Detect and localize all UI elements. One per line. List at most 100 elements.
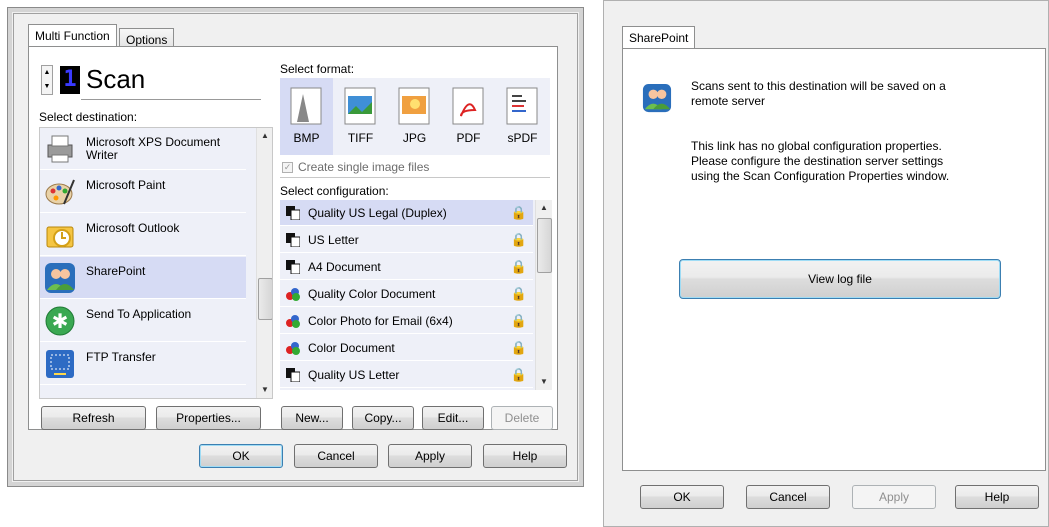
bw-page-icon (286, 260, 300, 274)
spin-up-icon[interactable]: ▲ (42, 66, 52, 80)
lock-icon: 🔒 (510, 232, 527, 247)
color-page-icon (286, 288, 300, 301)
bw-page-icon (286, 233, 300, 247)
scroll-thumb[interactable] (258, 278, 272, 320)
list-item-outlook[interactable]: Microsoft Outlook (40, 214, 246, 256)
scroll-down-icon[interactable]: ▼ (257, 382, 272, 398)
configuration-scrollbar[interactable]: ▲ ▼ (535, 200, 552, 390)
scan-counter-display: 1 (60, 66, 80, 94)
sharepoint-icon (642, 83, 672, 113)
config-item[interactable]: Quality Color Document 🔒 (280, 281, 533, 307)
config-label: Color Document (308, 341, 395, 355)
config-label: Quality US Letter (308, 368, 400, 382)
list-item-paint[interactable]: Microsoft Paint (40, 171, 246, 213)
scroll-up-icon[interactable]: ▲ (536, 200, 552, 216)
create-single-label: Create single image files (298, 160, 430, 174)
description-line-2: remote server (691, 94, 766, 108)
help-button[interactable]: Help (483, 444, 567, 468)
tab-sharepoint[interactable]: SharePoint (622, 26, 696, 48)
scroll-up-icon[interactable]: ▲ (257, 128, 272, 144)
description-line-1: Scans sent to this destination will be s… (691, 79, 946, 93)
select-format-label: Select format: (280, 62, 355, 76)
ftp-icon (46, 350, 74, 378)
destination-label: Send To Application (86, 307, 192, 321)
configuration-list[interactable]: Quality US Legal (Duplex) 🔒 US Letter 🔒 … (280, 200, 552, 390)
destination-list[interactable]: Microsoft XPS Document Writer Microsoft … (39, 127, 273, 399)
config-item[interactable]: US Letter 🔒 (280, 227, 533, 253)
scan-spinner[interactable]: ▲ ▼ (41, 65, 53, 95)
config-label: US Letter (308, 233, 359, 247)
help-button[interactable]: Help (955, 485, 1039, 509)
format-tiff[interactable]: TIFF (334, 78, 387, 155)
config-item[interactable]: Quality US Legal (Duplex) 🔒 (280, 200, 533, 226)
sharepoint-dialog: SharePoint Scans sent to this destinatio… (603, 0, 1049, 527)
edit-button[interactable]: Edit... (422, 406, 484, 430)
lock-icon: 🔒 (510, 259, 527, 274)
info-line-1: This link has no global configuration pr… (691, 139, 942, 153)
config-label: A4 Document (308, 260, 381, 274)
destination-label: Microsoft XPS Document Writer (86, 135, 221, 162)
spin-down-icon[interactable]: ▼ (42, 80, 52, 94)
multi-function-dialog: Multi Function Options ▲ ▼ 1 Scan Select… (7, 7, 584, 487)
scroll-down-icon[interactable]: ▼ (536, 374, 552, 390)
spdf-file-icon (506, 87, 538, 125)
info-line-2: Please configure the destination server … (691, 154, 944, 168)
tab-multi-function[interactable]: Multi Function (28, 24, 117, 46)
apply-button[interactable]: Apply (852, 485, 936, 509)
cancel-button[interactable]: Cancel (746, 485, 830, 509)
bw-page-icon (286, 206, 300, 220)
format-jpg[interactable]: JPG (388, 78, 441, 155)
ok-button[interactable]: OK (199, 444, 283, 468)
config-item[interactable]: Color Document 🔒 (280, 335, 533, 361)
lock-icon: 🔒 (510, 340, 527, 355)
outlook-icon (46, 226, 74, 248)
send-to-application-icon: ✱ (45, 306, 75, 336)
cancel-button[interactable]: Cancel (294, 444, 378, 468)
new-button[interactable]: New... (281, 406, 343, 430)
dialog-body: Multi Function Options ▲ ▼ 1 Scan Select… (13, 13, 578, 481)
refresh-button[interactable]: Refresh (41, 406, 146, 430)
format-bmp[interactable]: BMP (280, 78, 333, 155)
lock-icon: 🔒 (510, 313, 527, 328)
scan-label: Scan (86, 64, 146, 94)
delete-button[interactable]: Delete (491, 406, 553, 430)
lock-icon: 🔒 (510, 286, 527, 301)
pdf-file-icon (452, 87, 484, 125)
jpg-file-icon (398, 87, 430, 125)
format-label: TIFF (347, 131, 374, 145)
format-pdf[interactable]: PDF (442, 78, 495, 155)
destination-label: FTP Transfer (86, 350, 156, 364)
color-page-icon (286, 315, 300, 328)
view-log-file-button[interactable]: View log file (679, 259, 1001, 299)
config-item[interactable]: A4 Document 🔒 (280, 254, 533, 280)
format-strip: BMP TIFF JPG PDF sPDF (280, 78, 550, 155)
config-item[interactable]: Quality US Letter 🔒 (280, 362, 533, 388)
list-item-ftp[interactable]: FTP Transfer (40, 343, 246, 385)
format-label: JPG (402, 131, 427, 145)
list-item-sharepoint[interactable]: SharePoint (40, 257, 246, 299)
scroll-thumb[interactable] (537, 218, 552, 273)
ok-button[interactable]: OK (640, 485, 724, 509)
destination-label: SharePoint (86, 264, 146, 278)
scan-underline (81, 99, 261, 100)
list-item-send-to-application[interactable]: ✱ Send To Application (40, 300, 246, 342)
properties-button[interactable]: Properties... (156, 406, 261, 430)
config-label: Quality Color Document (308, 287, 436, 301)
format-label: PDF (456, 131, 481, 145)
select-destination-label: Select destination: (39, 110, 138, 124)
format-spdf[interactable]: sPDF (496, 78, 549, 155)
format-label: sPDF (507, 131, 538, 145)
apply-button[interactable]: Apply (388, 444, 472, 468)
config-label: Color Photo for Email (6x4) (308, 314, 453, 328)
copy-button[interactable]: Copy... (352, 406, 414, 430)
format-divider (280, 177, 550, 178)
create-single-checkbox[interactable]: ✓ (282, 162, 293, 173)
config-item[interactable]: Color Photo for Email (6x4) 🔒 (280, 308, 533, 334)
list-item-xps[interactable]: Microsoft XPS Document Writer (40, 128, 246, 170)
destination-scrollbar[interactable]: ▲ ▼ (256, 128, 272, 398)
sharepoint-icon (45, 263, 75, 293)
tab-options[interactable]: Options (119, 28, 175, 48)
lock-icon: 🔒 (510, 367, 527, 382)
format-label: BMP (293, 131, 320, 145)
bw-page-icon (286, 368, 300, 382)
